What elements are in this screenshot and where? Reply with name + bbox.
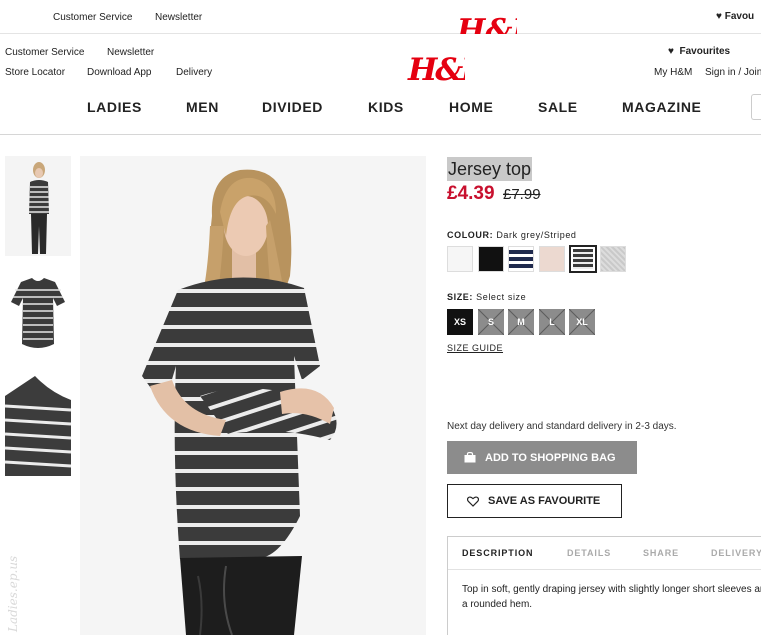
ghost-logo[interactable]: H&M <box>455 10 517 34</box>
ghost-logo-text: H&M <box>456 13 517 34</box>
colour-swatch-grey-marl[interactable] <box>600 246 626 272</box>
colour-swatch-navy-striped[interactable] <box>508 246 534 272</box>
hm-logo[interactable]: H&M <box>407 48 499 88</box>
heart-outline-icon <box>467 495 479 507</box>
customer-service-link[interactable]: Customer Service <box>5 47 84 58</box>
add-to-bag-button[interactable]: ADD TO SHOPPING BAG <box>447 441 637 474</box>
favourites-label: Favourites <box>679 46 731 57</box>
logo-text: H&M <box>407 52 465 86</box>
size-s-label: S <box>487 317 494 327</box>
size-guide-link[interactable]: SIZE GUIDE <box>447 343 503 353</box>
nav-divided[interactable]: DIVIDED <box>262 99 323 115</box>
save-as-favourite-button[interactable]: SAVE AS FAVOURITE <box>447 484 622 518</box>
colour-label: COLOUR: <box>447 230 494 240</box>
delivery-link[interactable]: Delivery <box>176 67 212 78</box>
original-price: £7.99 <box>503 186 541 203</box>
colour-value: Dark grey/Striped <box>496 230 577 240</box>
size-xs-button[interactable]: XS <box>447 309 473 335</box>
thumbnail-model[interactable] <box>5 156 71 256</box>
tab-description[interactable]: DESCRIPTION <box>462 548 533 558</box>
tab-delivery[interactable]: DELIVERY <box>711 548 761 558</box>
product-main-image[interactable] <box>80 156 426 635</box>
size-label-row: SIZE: Select size <box>447 292 526 302</box>
size-xl-button[interactable]: XL <box>569 309 595 335</box>
sale-price: £4.39 <box>447 183 495 204</box>
size-l-label: L <box>549 317 555 327</box>
nav-home[interactable]: HOME <box>449 99 493 115</box>
sign-in-link[interactable]: Sign in / Join <box>705 67 761 78</box>
ghost-newsletter-link[interactable]: Newsletter <box>155 12 202 23</box>
heart-icon: ♥ <box>716 11 722 22</box>
ghost-favourites-label: Favou <box>724 11 755 22</box>
thumbnail-flat-top[interactable] <box>5 266 71 356</box>
size-xl-label: XL <box>576 317 588 327</box>
my-hm-link[interactable]: My H&M <box>654 67 692 78</box>
nav-magazine[interactable]: MAGAZINE <box>622 99 701 115</box>
size-l-button[interactable]: L <box>539 309 565 335</box>
tabs-divider <box>448 569 761 570</box>
tab-share[interactable]: SHARE <box>643 548 679 558</box>
newsletter-link[interactable]: Newsletter <box>107 47 154 58</box>
search-input[interactable] <box>751 94 761 120</box>
size-label: SIZE: <box>447 292 474 302</box>
colour-swatch-white[interactable] <box>447 246 473 272</box>
swatch-fill <box>573 249 593 269</box>
colour-swatch-black[interactable] <box>478 246 504 272</box>
save-as-favourite-label: SAVE AS FAVOURITE <box>488 495 601 507</box>
tab-details[interactable]: DETAILS <box>567 548 611 558</box>
store-locator-link[interactable]: Store Locator <box>5 67 65 78</box>
nav-sale[interactable]: SALE <box>538 99 578 115</box>
ghost-favourites-link[interactable]: ♥ Favou <box>716 11 754 22</box>
nav-men[interactable]: MEN <box>186 99 219 115</box>
size-s-button[interactable]: S <box>478 309 504 335</box>
thumbnail-detail[interactable] <box>5 366 71 476</box>
download-app-link[interactable]: Download App <box>87 67 152 78</box>
size-xs-label: XS <box>453 317 466 327</box>
shopping-bag-icon <box>464 452 476 463</box>
colour-label-row: COLOUR: Dark grey/Striped <box>447 230 577 240</box>
favourites-link[interactable]: ♥ Favourites <box>668 46 730 57</box>
ghost-customer-service-link[interactable]: Customer Service <box>53 12 132 23</box>
nav-kids[interactable]: KIDS <box>368 99 404 115</box>
size-m-label: M <box>517 317 525 327</box>
add-to-bag-label: ADD TO SHOPPING BAG <box>485 451 616 464</box>
colour-swatch-dark-grey-striped[interactable] <box>569 245 597 273</box>
size-m-button[interactable]: M <box>508 309 534 335</box>
delivery-info: Next day delivery and standard delivery … <box>447 421 677 432</box>
sticky-header: Customer Service Newsletter H&M ♥ Favou <box>0 0 761 34</box>
nav-ladies[interactable]: LADIES <box>87 99 142 115</box>
product-title: Jersey top <box>447 157 533 181</box>
watermark: Ladies.ep.us <box>6 555 20 632</box>
colour-swatch-light-pink[interactable] <box>539 246 565 272</box>
size-value: Select size <box>476 292 527 302</box>
heart-icon: ♥ <box>668 46 674 57</box>
header-divider <box>0 134 761 135</box>
product-description: Top in soft, gently draping jersey with … <box>462 584 761 610</box>
